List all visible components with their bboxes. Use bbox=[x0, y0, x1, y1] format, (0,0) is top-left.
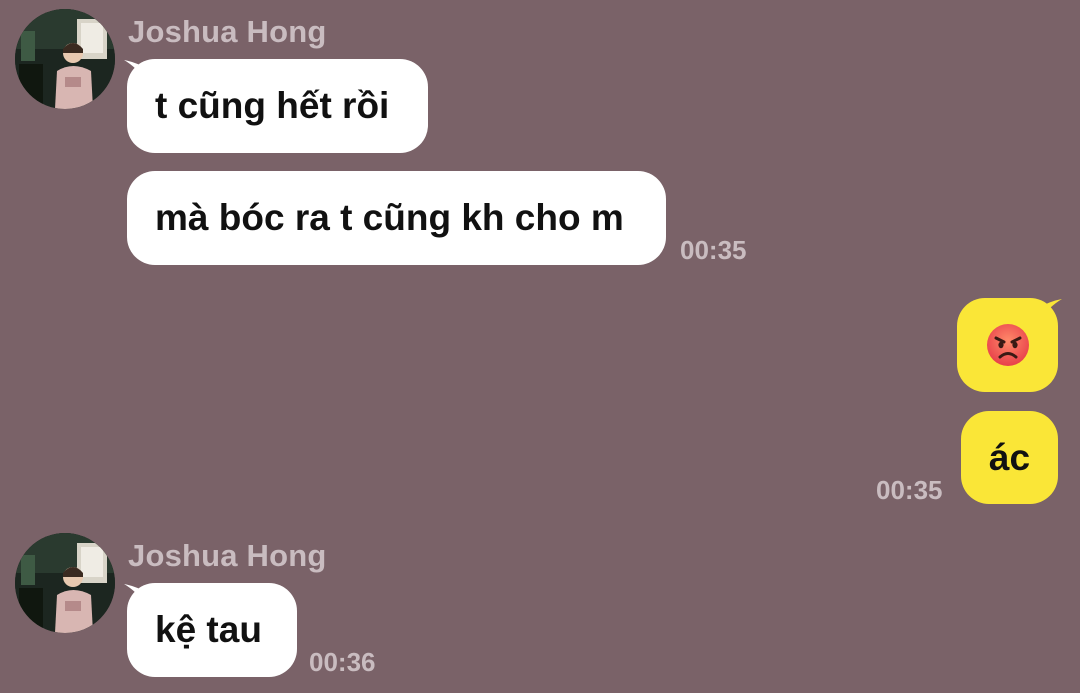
sender-avatar[interactable] bbox=[15, 9, 115, 109]
message-timestamp: 00:35 bbox=[876, 475, 943, 505]
message-bubble[interactable]: t cũng hết rồi bbox=[127, 59, 428, 153]
profile-photo-icon bbox=[15, 9, 115, 109]
message-timestamp: 00:36 bbox=[309, 647, 376, 677]
chat-thread: Joshua Hong t cũng hết rồi mà bóc ra t c… bbox=[0, 0, 1080, 693]
message-text: kệ tau bbox=[155, 609, 262, 650]
sender-name: Joshua Hong bbox=[128, 538, 327, 573]
profile-photo-icon bbox=[15, 533, 115, 633]
message-text: t cũng hết rồi bbox=[155, 85, 390, 126]
message-bubble[interactable]: kệ tau bbox=[127, 583, 297, 677]
message-text: mà bóc ra t cũng kh cho m bbox=[155, 197, 624, 238]
message-timestamp: 00:35 bbox=[680, 235, 747, 265]
message-bubble[interactable] bbox=[957, 298, 1058, 392]
message-text: ác bbox=[988, 436, 1031, 478]
angry-face-emoji-icon bbox=[986, 324, 1029, 366]
sender-avatar[interactable] bbox=[15, 533, 115, 633]
message-bubble[interactable]: mà bóc ra t cũng kh cho m bbox=[127, 171, 666, 265]
sender-name: Joshua Hong bbox=[128, 14, 327, 49]
message-bubble[interactable]: ác bbox=[961, 411, 1058, 504]
